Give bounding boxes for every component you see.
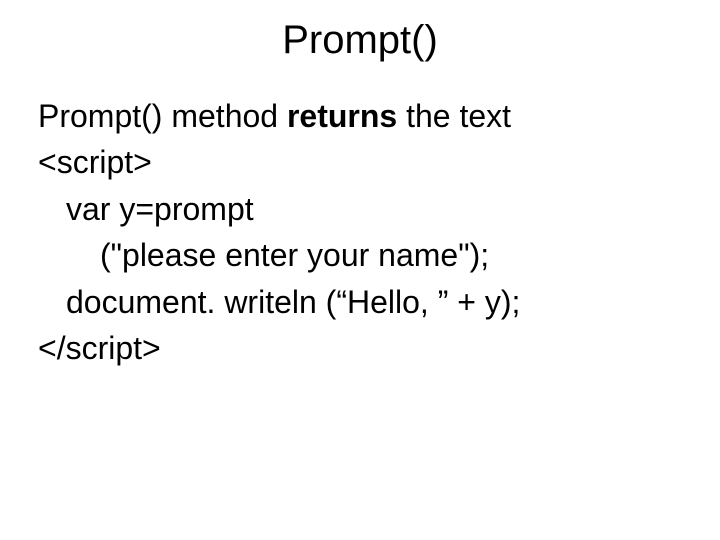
text-span: Prompt() method <box>38 98 287 134</box>
slide-body: Prompt() method returns the text <script… <box>0 93 720 371</box>
body-line-2: <script> <box>38 139 682 185</box>
text-span-bold: returns <box>287 98 397 134</box>
body-line-5: document. writeln (“Hello, ” + y); <box>38 279 682 325</box>
slide-title: Prompt() <box>0 0 720 93</box>
body-line-4: ("please enter your name"); <box>38 232 682 278</box>
slide: Prompt() Prompt() method returns the tex… <box>0 0 720 540</box>
text-span: the text <box>397 98 511 134</box>
body-line-1: Prompt() method returns the text <box>38 93 682 139</box>
body-line-3: var y=prompt <box>38 186 682 232</box>
body-line-6: </script> <box>38 325 682 371</box>
